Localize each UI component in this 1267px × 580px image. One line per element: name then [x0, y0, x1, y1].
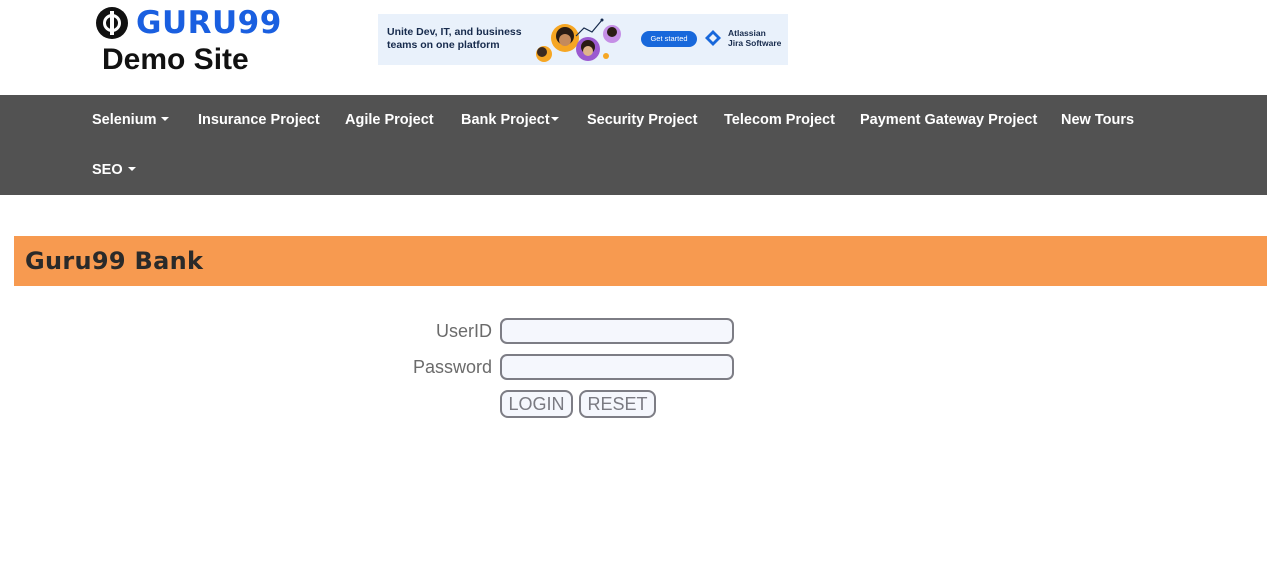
- caret-down-icon: [550, 117, 559, 122]
- ad-banner[interactable]: Unite Dev, IT, and business teams on one…: [378, 14, 788, 65]
- password-input[interactable]: [500, 354, 734, 380]
- site-title: Demo Site: [102, 43, 249, 76]
- ad-get-started-button[interactable]: Get started: [641, 31, 697, 47]
- login-button[interactable]: LOGIN: [500, 390, 573, 418]
- ad-brand-text: Atlassian Jira Software: [728, 28, 781, 48]
- nav-item-selenium[interactable]: Selenium: [92, 95, 170, 145]
- caret-down-icon: [127, 167, 136, 172]
- nav-item-payment-gateway-project[interactable]: Payment Gateway Project: [860, 95, 1037, 145]
- nav-item-agile-project[interactable]: Agile Project: [345, 95, 434, 145]
- nav-item-label: New Tours: [1061, 112, 1135, 128]
- page-heading-bar: Guru99 Bank: [14, 236, 1267, 286]
- nav-item-label: SEO: [92, 162, 123, 178]
- userid-input[interactable]: [500, 318, 734, 344]
- caret-down-icon: [161, 117, 170, 122]
- page-title: Guru99 Bank: [25, 247, 204, 275]
- nav-item-label: Selenium: [92, 112, 157, 128]
- nav-item-telecom-project[interactable]: Telecom Project: [724, 95, 835, 145]
- password-label: Password: [412, 357, 492, 377]
- nav-item-label: Payment Gateway Project: [860, 112, 1038, 128]
- main-navbar: Selenium Insurance Project Agile Project…: [0, 95, 1267, 195]
- nav-item-security-project[interactable]: Security Project: [587, 95, 697, 145]
- ad-brand-line2: Jira Software: [728, 38, 782, 48]
- logo-text: GURU99: [136, 4, 282, 41]
- nav-item-label: Insurance Project: [198, 112, 320, 128]
- nav-item-bank-project[interactable]: Bank Project: [461, 95, 559, 145]
- jira-logo-icon: [705, 30, 721, 46]
- nav-item-label: Telecom Project: [724, 112, 835, 128]
- site-header: GURU99 Demo Site Unite Dev, IT, and busi…: [0, 0, 1267, 95]
- reset-button[interactable]: RESET: [579, 390, 656, 418]
- guru99-logo[interactable]: GURU99: [96, 4, 281, 42]
- nav-item-insurance-project[interactable]: Insurance Project: [198, 95, 320, 145]
- nav-item-seo[interactable]: SEO: [92, 145, 136, 195]
- nav-item-label: Security Project: [587, 112, 698, 128]
- nav-item-label: Agile Project: [345, 112, 434, 128]
- ad-brand-line1: Atlassian: [728, 28, 766, 38]
- guru99-logo-icon: [96, 7, 128, 39]
- ad-people-illustration-icon: [536, 18, 621, 62]
- nav-item-new-tours[interactable]: New Tours: [1061, 95, 1134, 145]
- ad-brand: Atlassian Jira Software: [704, 28, 781, 48]
- nav-item-label: Bank Project: [461, 112, 550, 128]
- userid-label: UserID: [435, 321, 492, 341]
- ad-headline: Unite Dev, IT, and business teams on one…: [387, 26, 522, 51]
